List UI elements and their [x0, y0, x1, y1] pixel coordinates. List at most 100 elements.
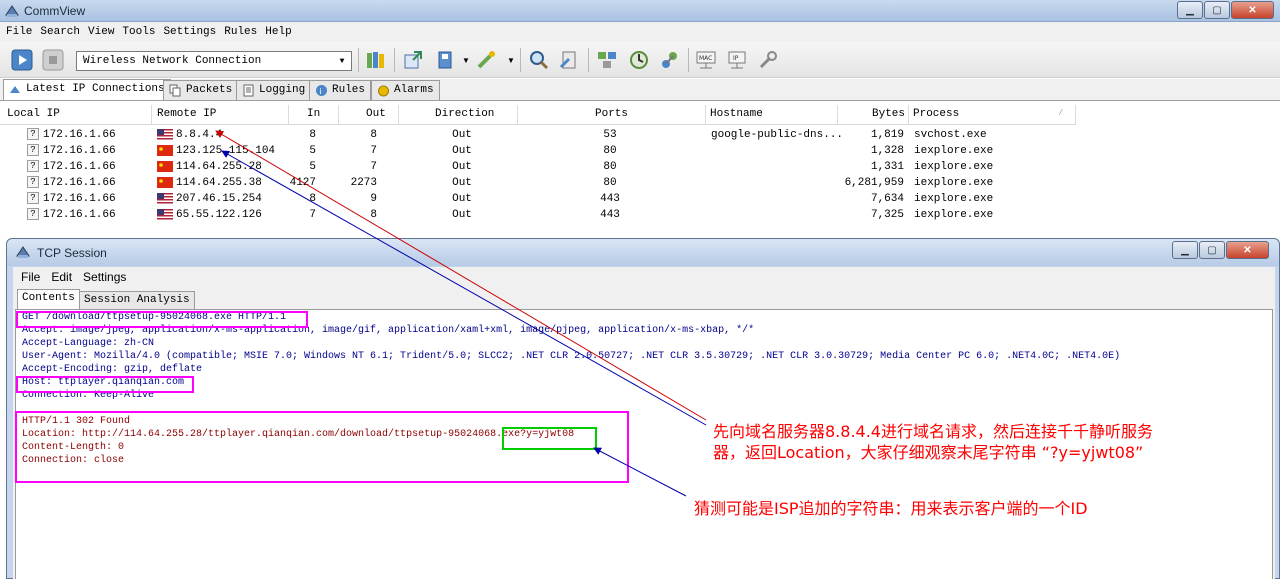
- tab-session-analysis[interactable]: Session Analysis: [79, 291, 195, 309]
- column-header-ports[interactable]: Ports: [595, 108, 628, 120]
- close-icon[interactable]: ✕: [1231, 1, 1274, 19]
- cell-out: 8: [370, 209, 377, 221]
- tab-rules[interactable]: i Rules: [309, 80, 372, 100]
- rules-dropdown-icon[interactable]: ▼: [507, 56, 515, 65]
- request-line: Accept-Encoding: gzip, deflate: [22, 364, 203, 375]
- tcp-menu-file[interactable]: File: [21, 270, 40, 284]
- close-icon[interactable]: ✕: [1226, 241, 1269, 259]
- table-header: Local IP Remote IP In Out Direction Port…: [0, 105, 1076, 125]
- menu-tools[interactable]: Tools: [122, 26, 155, 38]
- statistics-icon[interactable]: [628, 49, 650, 71]
- column-header-remote-ip[interactable]: Remote IP: [157, 108, 216, 120]
- tab-logging[interactable]: Logging: [236, 80, 312, 100]
- tab-label: Logging: [259, 84, 306, 96]
- save-icon[interactable]: [435, 49, 457, 71]
- maximize-icon[interactable]: ▢: [1199, 241, 1225, 259]
- tab-latest-ip-connections[interactable]: Latest IP Connections: [3, 79, 171, 100]
- unknown-status-icon: ?: [27, 208, 39, 220]
- menu-rules[interactable]: Rules: [224, 26, 257, 38]
- cell-process: iexplore.exe: [914, 193, 994, 205]
- cell-in: 8: [309, 129, 316, 141]
- tcp-session-menu: File Edit Settings: [13, 267, 1275, 287]
- minimize-icon[interactable]: ▁: [1172, 241, 1198, 259]
- cell-remote: 65.55.122.126: [176, 209, 262, 221]
- host-line-highlight: [16, 376, 194, 393]
- connections-table: Local IP Remote IP In Out Direction Port…: [0, 100, 1280, 237]
- cell-out: 9: [370, 193, 377, 205]
- table-row[interactable]: ? 172.16.1.66 207.46.15.254 8 9 Out 443 7,634 ie…: [0, 191, 1076, 207]
- cell-remote: 114.64.255.38: [176, 177, 262, 189]
- column-header-process[interactable]: Process: [913, 108, 959, 120]
- cell-bytes: 1,819: [870, 129, 904, 141]
- save-dropdown-icon[interactable]: ▼: [462, 56, 470, 65]
- settings-icon[interactable]: [757, 49, 779, 71]
- us-flag-icon: [157, 209, 173, 220]
- toolbar-separator: [394, 48, 395, 72]
- cell-out: 7: [370, 161, 377, 173]
- tcp-menu-edit[interactable]: Edit: [51, 270, 72, 284]
- toolbar-separator: [358, 48, 359, 72]
- annotation-note-isp: 猜测可能是ISP追加的字符串：用来表示客户端的一个ID: [694, 499, 1088, 518]
- main-tab-strip: Latest IP Connections Packets Logging i …: [0, 79, 1280, 100]
- column-header-direction[interactable]: Direction: [435, 108, 494, 120]
- column-header-in[interactable]: In: [307, 108, 320, 120]
- toolbar-separator: [688, 48, 689, 72]
- cell-out: 2273: [350, 177, 377, 189]
- adapter-select[interactable]: Wireless Network Connection ▼: [76, 51, 352, 71]
- tab-alarms[interactable]: Alarms: [371, 80, 440, 100]
- menu-help[interactable]: Help: [265, 26, 291, 38]
- rules-icon[interactable]: [476, 49, 498, 71]
- tcp-session-window: TCP Session ▁ ▢ ✕ File Edit Settings Con…: [6, 238, 1280, 579]
- tcp-session-tabs: Contents Session Analysis: [13, 289, 1275, 309]
- reconstruct-session-icon[interactable]: [559, 49, 581, 71]
- menu-settings[interactable]: Settings: [163, 26, 216, 38]
- nodes-icon[interactable]: [596, 49, 618, 71]
- menu-search[interactable]: Search: [40, 26, 80, 38]
- cell-process: iexplore.exe: [914, 209, 994, 221]
- column-header-local-ip[interactable]: Local IP: [7, 108, 60, 120]
- new-window-icon[interactable]: [402, 49, 424, 71]
- table-row[interactable]: ? 172.16.1.66 65.55.122.126 7 8 Out 443 7,325 ie…: [0, 207, 1076, 223]
- toolbar-separator: [588, 48, 589, 72]
- cell-process: svchost.exe: [914, 129, 987, 141]
- tab-contents[interactable]: Contents: [17, 289, 80, 309]
- tcp-session-icon: [16, 246, 30, 258]
- us-flag-icon: [157, 129, 173, 140]
- unknown-status-icon: ?: [27, 144, 39, 156]
- play-icon[interactable]: [11, 49, 33, 71]
- menu-file[interactable]: File: [6, 26, 32, 38]
- alarms-icon[interactable]: [659, 49, 681, 71]
- table-row[interactable]: ? 172.16.1.66 8.8.4.4 8 8 Out 53 google-public-…: [0, 127, 1076, 143]
- query-string-highlight: [502, 427, 597, 450]
- table-row[interactable]: ? 172.16.1.66 114.64.255.28 5 7 Out 80 1,331 iex…: [0, 159, 1076, 175]
- cell-process: iexplore.exe: [914, 161, 994, 173]
- cell-direction: Out: [452, 129, 472, 141]
- column-header-hostname[interactable]: Hostname: [710, 108, 763, 120]
- search-icon[interactable]: [528, 49, 550, 71]
- menu-view[interactable]: View: [88, 26, 114, 38]
- stop-icon[interactable]: [42, 49, 64, 71]
- cell-ports: 53: [603, 129, 617, 141]
- open-log-icon[interactable]: [365, 49, 387, 71]
- mac-aliases-icon[interactable]: MAC: [695, 49, 717, 71]
- table-row[interactable]: ? 172.16.1.66 123.125.115.104 5 7 Out 80 1,328 i…: [0, 143, 1076, 159]
- logging-icon: [243, 84, 254, 97]
- unknown-status-icon: ?: [27, 192, 39, 204]
- tab-packets[interactable]: Packets: [163, 80, 239, 100]
- maximize-icon[interactable]: ▢: [1204, 1, 1230, 19]
- minimize-icon[interactable]: ▁: [1177, 1, 1203, 19]
- toolbar-separator: [520, 48, 521, 72]
- column-header-out[interactable]: Out: [366, 108, 386, 120]
- cell-local: 172.16.1.66: [43, 177, 116, 189]
- cell-in: 7: [309, 209, 316, 221]
- cell-ports: 80: [603, 177, 617, 189]
- cell-remote: 207.46.15.254: [176, 193, 262, 205]
- cn-flag-icon: [157, 161, 173, 172]
- ip-aliases-icon[interactable]: IP: [726, 49, 748, 71]
- table-row[interactable]: ? 172.16.1.66 114.64.255.38 4127 2273 Out 80 6,…: [0, 175, 1076, 191]
- tcp-menu-settings[interactable]: Settings: [83, 270, 126, 284]
- column-header-bytes[interactable]: Bytes: [872, 108, 905, 120]
- cell-remote: 8.8.4.4: [176, 129, 223, 141]
- cell-direction: Out: [452, 161, 472, 173]
- cell-ports: 80: [603, 161, 617, 173]
